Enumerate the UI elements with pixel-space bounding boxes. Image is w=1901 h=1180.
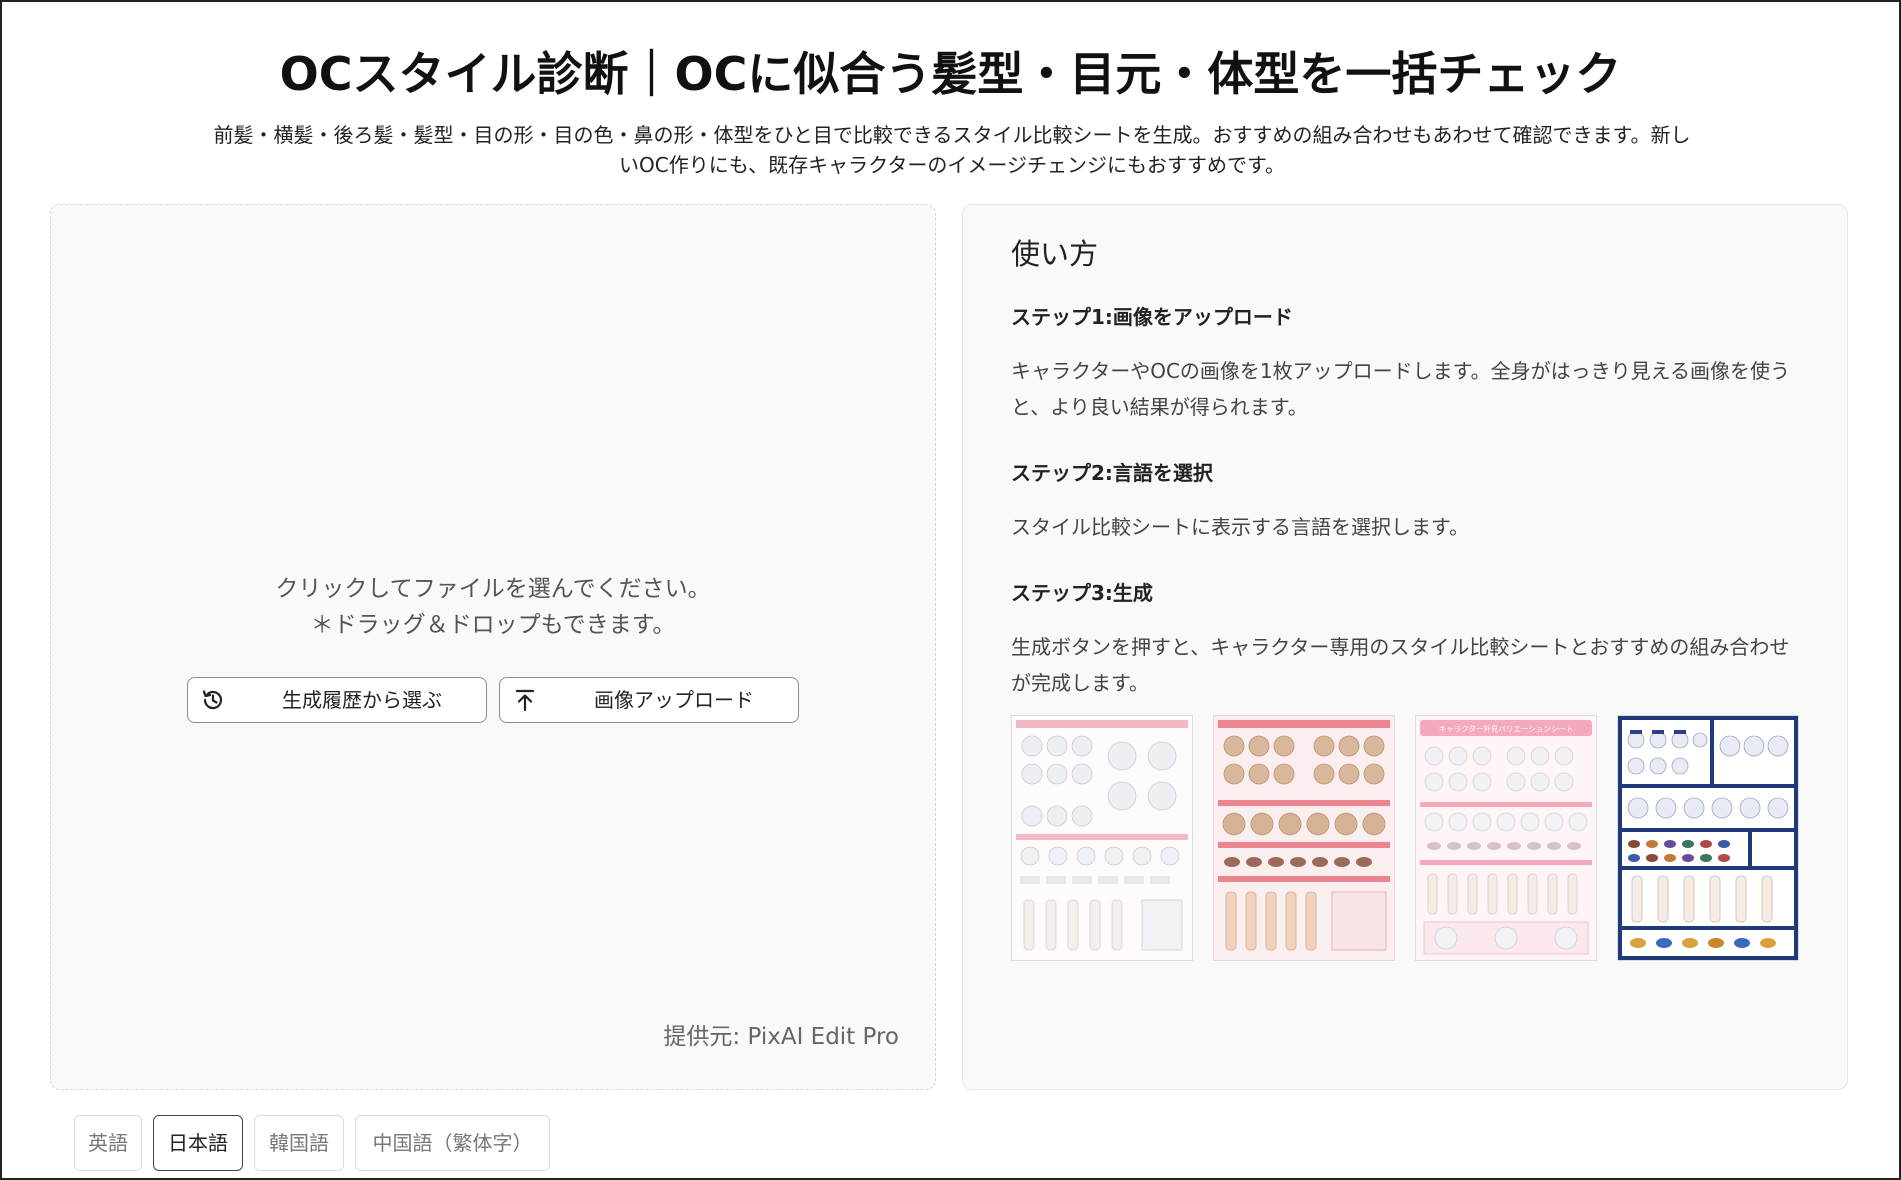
sample-sheet-pink-icon bbox=[1214, 716, 1394, 960]
sample-sheet-white-icon bbox=[1012, 716, 1192, 960]
step-1-description: キャラクターやOCの画像を1枚アップロードします。全身がはっきり見える画像を使う… bbox=[1011, 359, 1791, 419]
upload-button[interactable]: 画像アップロード bbox=[499, 677, 799, 723]
lang-option-korean[interactable]: 韓国語 bbox=[254, 1115, 344, 1171]
provider-label: 提供元: PixAI Edit Pro bbox=[663, 1024, 899, 1050]
upload-hint-line2: ＊ドラッグ＆ドロップもできます。 bbox=[310, 612, 676, 638]
step-2-title: ステップ2:言語を選択 bbox=[1011, 461, 1213, 485]
lang-option-japanese[interactable]: 日本語 bbox=[153, 1115, 243, 1171]
history-button[interactable]: 生成履歴から選ぶ bbox=[187, 677, 487, 723]
step-2-description: スタイル比較シートに表示する言語を選択します。 bbox=[1011, 515, 1469, 539]
step-3-title: ステップ3:生成 bbox=[1011, 581, 1153, 605]
sample-thumbnail-1[interactable] bbox=[1011, 715, 1193, 961]
sample-thumbnail-4[interactable] bbox=[1617, 715, 1799, 961]
sample-sheet-variation-icon: キャラクター外見バリエーションシート bbox=[1416, 716, 1596, 960]
sample-thumbnail-3[interactable]: キャラクター外見バリエーションシート bbox=[1415, 715, 1597, 961]
howto-title: 使い方 bbox=[1011, 237, 1099, 271]
lang-option-traditional-chinese[interactable]: 中国語（繁体字） bbox=[355, 1115, 550, 1171]
history-button-label: 生成履歴から選ぶ bbox=[282, 688, 442, 712]
page-subtitle: 前髪・横髪・後ろ髪・髪型・目の形・目の色・鼻の形・体型をひと目で比較できるスタイ… bbox=[213, 123, 1691, 177]
lang-option-english[interactable]: 英語 bbox=[74, 1115, 142, 1171]
sample-sheet-navy-icon bbox=[1618, 716, 1798, 960]
history-icon bbox=[202, 690, 223, 710]
sample-thumbnail-2[interactable] bbox=[1213, 715, 1395, 961]
step-3-description: 生成ボタンを押すと、キャラクター専用のスタイル比較シートとおすすめの組み合わせが… bbox=[1011, 635, 1790, 695]
upload-hint-line1: クリックしてファイルを選んでください。 bbox=[275, 576, 711, 602]
upload-hint: クリックしてファイルを選んでください。 ＊ドラッグ＆ドロップもできます。 bbox=[51, 571, 935, 643]
variation-sheet-heading: キャラクター外見バリエーションシート bbox=[1439, 724, 1574, 734]
upload-arrow-icon bbox=[515, 689, 535, 712]
upload-dropzone[interactable]: クリックしてファイルを選んでください。 ＊ドラッグ＆ドロップもできます。 生成履… bbox=[50, 204, 936, 1090]
step-1-title: ステップ1:画像をアップロード bbox=[1011, 305, 1293, 329]
upload-button-label: 画像アップロード bbox=[594, 688, 754, 712]
page-title: OCスタイル診断｜OCに似合う髪型・目元・体型を一括チェック bbox=[279, 47, 1622, 101]
howto-panel: 使い方 ステップ1:画像をアップロード キャラクターやOCの画像を1枚アップロー… bbox=[962, 204, 1848, 1090]
